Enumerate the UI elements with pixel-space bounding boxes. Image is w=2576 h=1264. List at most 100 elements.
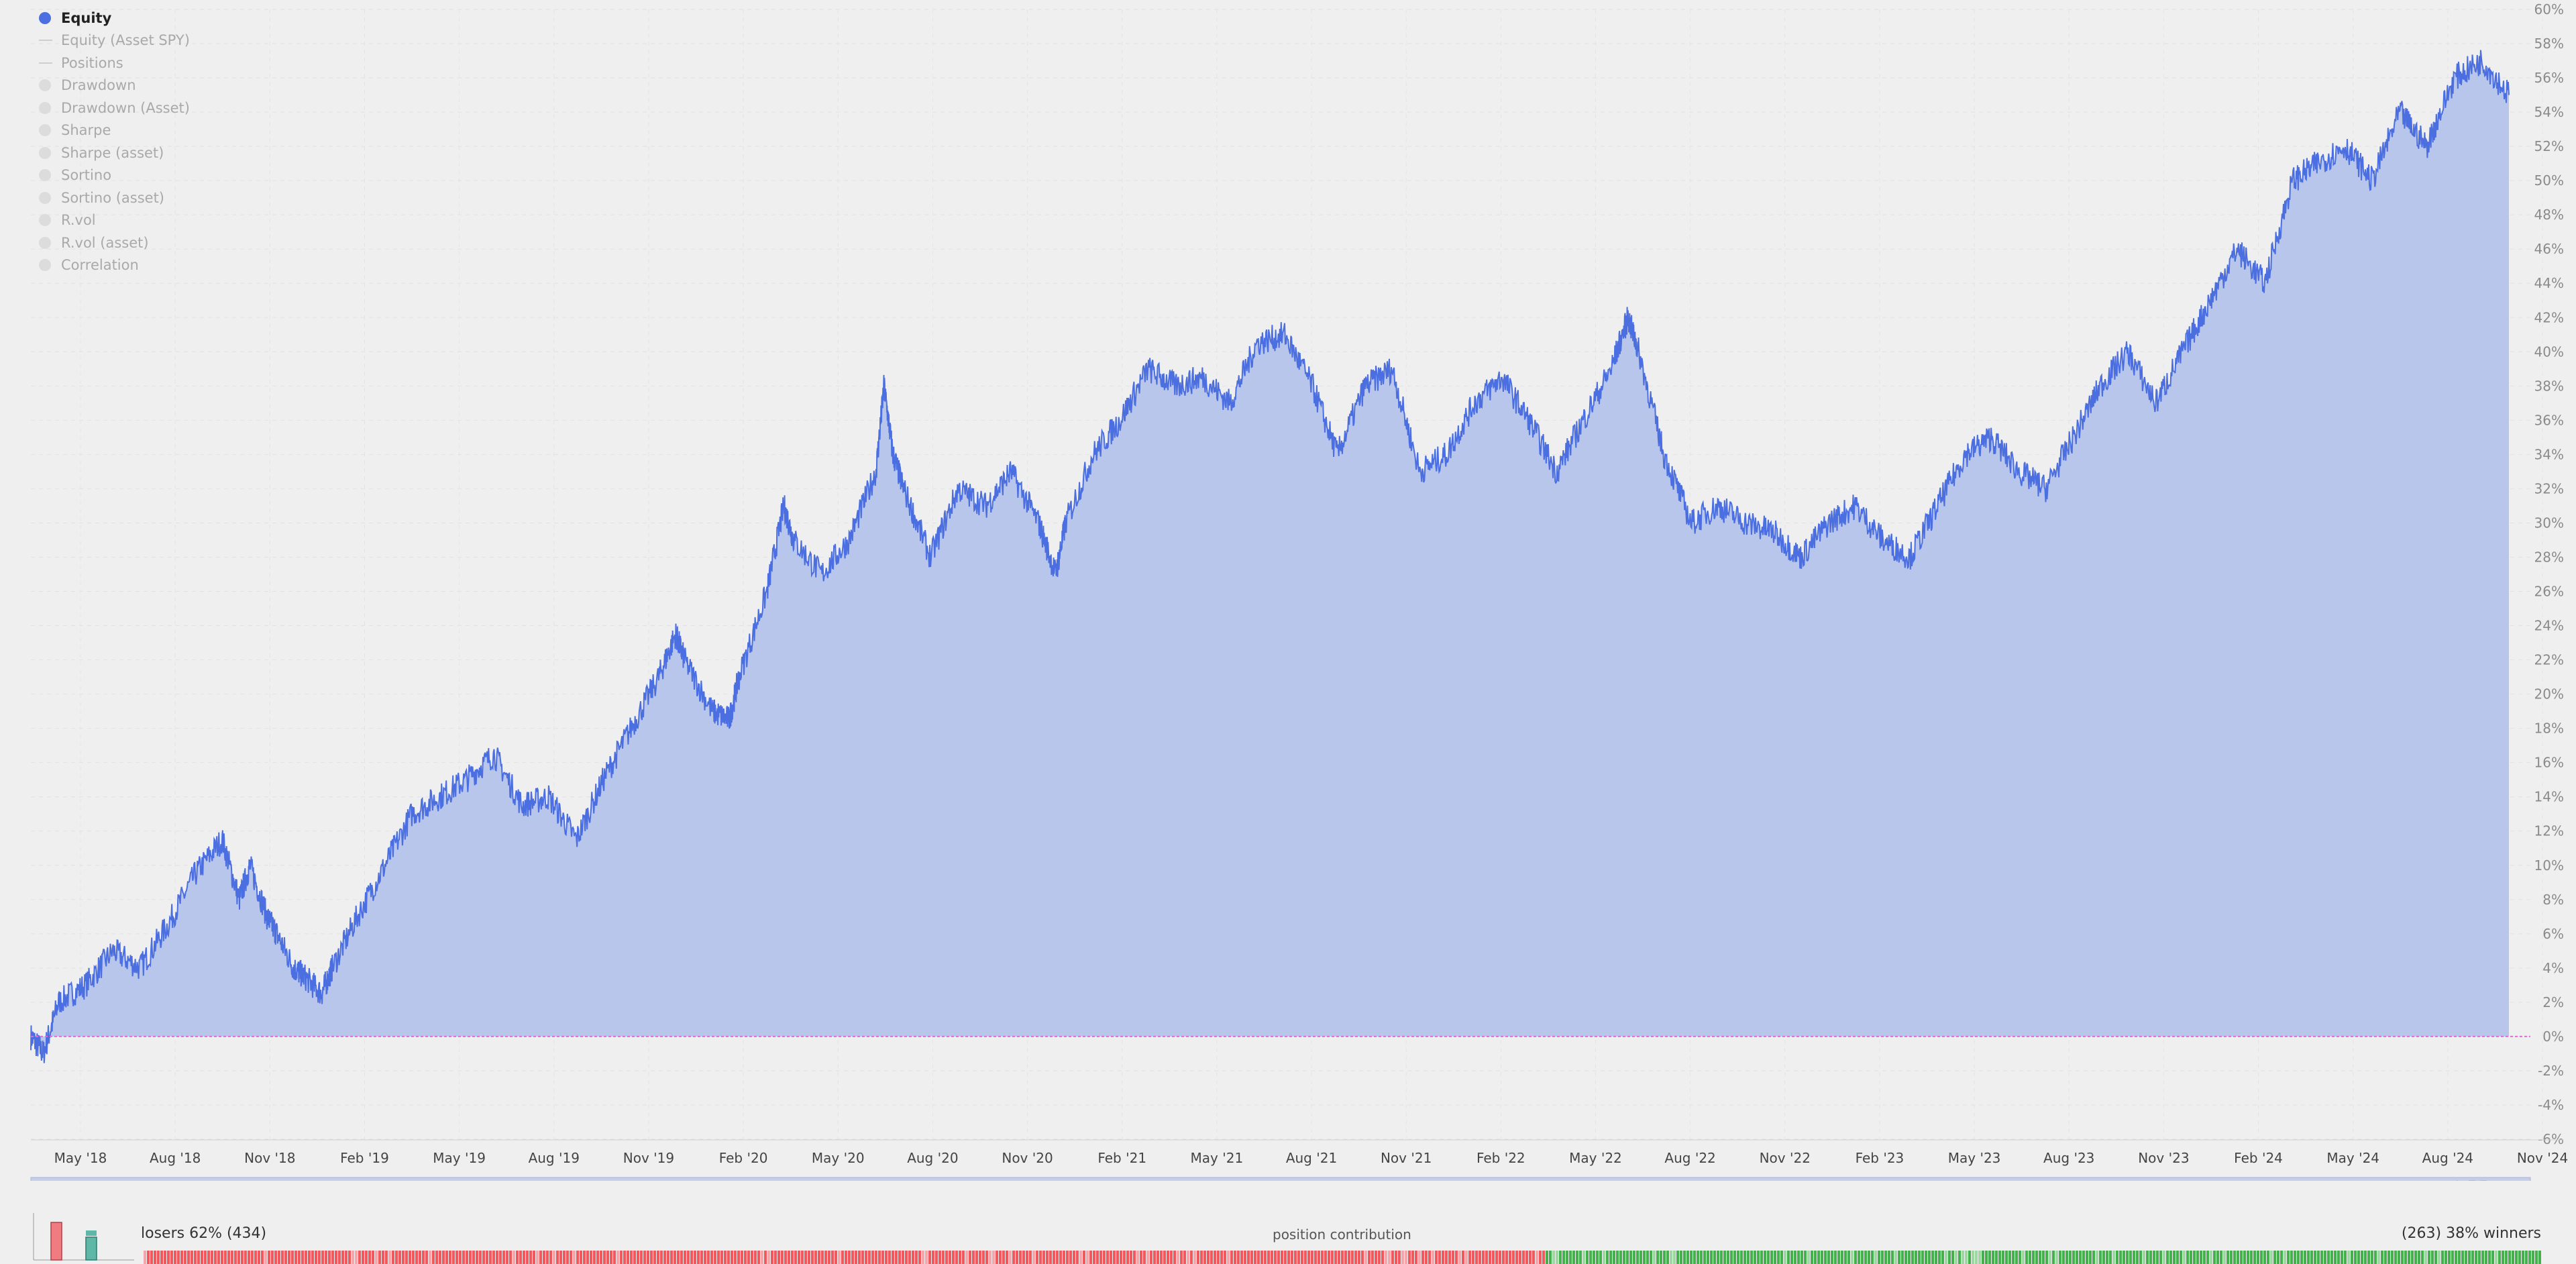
loser-position-mark — [466, 1251, 468, 1264]
loser-position-mark — [1495, 1251, 1498, 1264]
winner-position-mark — [2099, 1251, 2102, 1264]
loser-position-mark — [311, 1251, 314, 1264]
legend-item-drawdown-asset[interactable]: Drawdown (Asset) — [39, 97, 190, 119]
loser-position-mark — [563, 1251, 566, 1264]
winner-position-mark — [1790, 1251, 1793, 1264]
loser-position-mark — [392, 1251, 394, 1264]
x-tick-label: May '19 — [433, 1150, 486, 1166]
loser-position-mark — [469, 1251, 472, 1264]
winner-position-mark — [2515, 1251, 2518, 1264]
y-tick-label: 28% — [2534, 549, 2564, 565]
loser-position-mark — [875, 1251, 877, 1264]
loser-position-mark — [767, 1251, 770, 1264]
loser-position-mark — [345, 1251, 347, 1264]
winner-position-mark — [1864, 1251, 1867, 1264]
loser-position-mark — [928, 1251, 931, 1264]
winner-position-mark — [2035, 1251, 2038, 1264]
loser-position-mark — [975, 1251, 978, 1264]
legend-item-positions[interactable]: Positions — [39, 52, 190, 74]
loser-position-mark — [878, 1251, 881, 1264]
winner-position-mark — [1693, 1251, 1696, 1264]
winner-position-mark — [1898, 1251, 1900, 1264]
loser-position-mark — [362, 1251, 364, 1264]
loser-position-mark — [1173, 1251, 1176, 1264]
loser-position-mark — [1465, 1251, 1468, 1264]
winner-position-mark — [2096, 1251, 2098, 1264]
y-tick-label: 44% — [2534, 275, 2564, 291]
winner-position-mark — [1827, 1251, 1830, 1264]
loser-position-mark — [908, 1251, 911, 1264]
loser-position-mark — [415, 1251, 418, 1264]
winner-position-mark — [2233, 1251, 2236, 1264]
legend-item-sharpe-asset[interactable]: Sharpe (asset) — [39, 142, 190, 164]
loser-position-mark — [1519, 1251, 1521, 1264]
winner-position-mark — [2173, 1251, 2176, 1264]
equity-chart[interactable]: 60% 58% 56% 54% 52% 50% 48% 46% 44% 42% 40% 38% 36% 3… — [0, 0, 2576, 1208]
loser-position-mark — [499, 1251, 502, 1264]
winner-position-mark — [1854, 1251, 1857, 1264]
winner-position-mark — [2247, 1251, 2249, 1264]
legend-item-equity[interactable]: Equity — [39, 7, 190, 30]
winner-position-mark — [1811, 1251, 1813, 1264]
winner-position-mark — [2072, 1251, 2075, 1264]
winner-position-mark — [1552, 1251, 1555, 1264]
loser-position-mark — [1153, 1251, 1156, 1264]
loser-position-mark — [663, 1251, 666, 1264]
winner-position-mark — [2045, 1251, 2048, 1264]
legend-item-equity-asset-spy[interactable]: Equity (Asset SPY) — [39, 30, 190, 52]
legend-item-correlation[interactable]: Correlation — [39, 254, 190, 277]
winner-position-mark — [2495, 1251, 2498, 1264]
loser-position-mark — [425, 1251, 428, 1264]
loser-position-mark — [1425, 1251, 1428, 1264]
winner-position-mark — [2421, 1251, 2424, 1264]
loser-position-mark — [1136, 1251, 1139, 1264]
loser-position-mark — [170, 1251, 173, 1264]
loser-position-mark — [653, 1251, 656, 1264]
loser-position-mark — [838, 1251, 841, 1264]
winner-position-mark — [1794, 1251, 1796, 1264]
y-tick-label: 36% — [2534, 412, 2564, 428]
winner-position-mark — [2237, 1251, 2239, 1264]
winner-position-mark — [1804, 1251, 1807, 1264]
winner-position-mark — [1603, 1251, 1605, 1264]
loser-position-mark — [747, 1251, 750, 1264]
loser-position-mark — [992, 1251, 995, 1264]
winner-position-mark — [2394, 1251, 2397, 1264]
legend-item-drawdown[interactable]: Drawdown — [39, 74, 190, 97]
legend-item-sortino[interactable]: Sortino — [39, 164, 190, 187]
winner-position-mark — [2357, 1251, 2360, 1264]
legend-item-sortino-asset[interactable]: Sortino (asset) — [39, 187, 190, 209]
winner-position-mark — [1582, 1251, 1585, 1264]
loser-position-mark — [781, 1251, 784, 1264]
loser-position-mark — [1284, 1251, 1287, 1264]
loser-position-mark — [234, 1251, 237, 1264]
legend-label: Sortino — [61, 167, 112, 184]
loser-position-mark — [1116, 1251, 1119, 1264]
winner-position-mark — [1807, 1251, 1810, 1264]
legend-item-sharpe[interactable]: Sharpe — [39, 119, 190, 142]
loser-position-mark — [1438, 1251, 1441, 1264]
loser-position-mark — [1190, 1251, 1193, 1264]
winner-position-mark — [2320, 1251, 2323, 1264]
loser-position-mark — [1146, 1251, 1149, 1264]
winner-position-mark — [1666, 1251, 1669, 1264]
loser-position-mark — [1026, 1251, 1028, 1264]
legend-item-r-vol[interactable]: R.vol — [39, 209, 190, 232]
winner-position-mark — [1787, 1251, 1790, 1264]
winner-position-mark — [2290, 1251, 2293, 1264]
winner-position-mark — [2116, 1251, 2118, 1264]
loser-position-mark — [932, 1251, 934, 1264]
legend-item-r-vol-asset[interactable]: R.vol (asset) — [39, 231, 190, 254]
loser-position-mark — [871, 1251, 874, 1264]
loser-position-mark — [1157, 1251, 1159, 1264]
loser-position-mark — [227, 1251, 230, 1264]
loser-position-mark — [372, 1251, 374, 1264]
loser-position-mark — [237, 1251, 240, 1264]
loser-position-mark — [1391, 1251, 1394, 1264]
loser-position-mark — [590, 1251, 592, 1264]
loser-position-mark — [543, 1251, 545, 1264]
winner-position-mark — [1720, 1251, 1723, 1264]
winner-position-mark — [1871, 1251, 1874, 1264]
loser-position-mark — [1220, 1251, 1223, 1264]
loser-position-mark — [1361, 1251, 1364, 1264]
